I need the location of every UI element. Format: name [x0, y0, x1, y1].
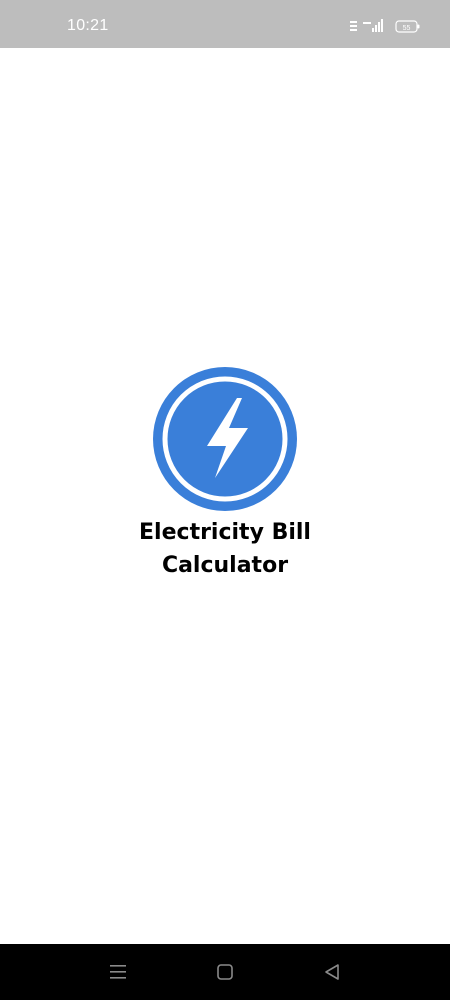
lightning-bolt-icon: [153, 367, 297, 511]
status-icons: 55: [350, 19, 422, 37]
back-icon[interactable]: [321, 961, 343, 983]
battery-level: 55: [403, 25, 411, 32]
volte-icon: [350, 21, 357, 31]
menu-icon[interactable]: [107, 961, 129, 983]
splash-screen: 10:21 55 Electricity Bill Calculator: [0, 0, 450, 1000]
battery-icon: 55: [395, 20, 420, 33]
splash-content: Electricity Bill Calculator: [0, 366, 450, 582]
status-bar: 10:21 55: [0, 0, 450, 48]
signal-icon: [363, 19, 383, 32]
navigation-bar: [0, 944, 450, 1000]
status-time: 10:21: [67, 17, 109, 34]
app-title: Electricity Bill Calculator: [139, 520, 311, 578]
home-icon[interactable]: [214, 961, 236, 983]
